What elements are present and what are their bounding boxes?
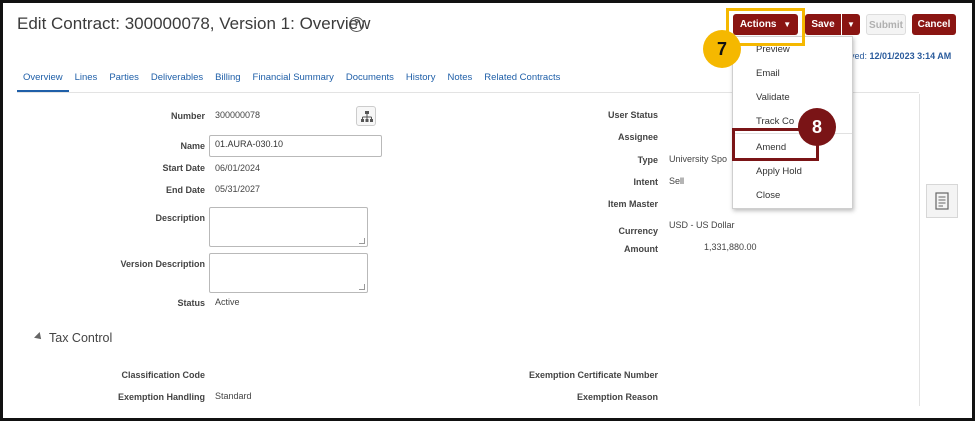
intent-label: Intent xyxy=(633,177,659,187)
saved-timestamp: 12/01/2023 3:14 AM xyxy=(869,51,952,61)
end-date-value: 05/31/2027 xyxy=(215,184,261,194)
status-value: Active xyxy=(215,297,240,307)
hierarchy-icon[interactable] xyxy=(356,106,376,126)
amount-value: 1,331,880.00 xyxy=(704,242,757,252)
start-date-label: Start Date xyxy=(162,163,205,173)
tab-related-contracts[interactable]: Related Contracts xyxy=(478,70,566,92)
name-label: Name xyxy=(180,141,205,151)
panel-divider xyxy=(919,94,920,406)
side-panel-button[interactable] xyxy=(926,184,958,218)
tax-control-section-header[interactable]: Tax Control xyxy=(34,331,113,345)
exemption-reason-label: Exemption Reason xyxy=(576,392,658,402)
status-label: Status xyxy=(177,298,205,308)
tab-documents[interactable]: Documents xyxy=(340,70,400,92)
menu-item-email[interactable]: Email xyxy=(756,68,780,79)
name-field[interactable]: 01.AURA-030.10 xyxy=(209,135,382,157)
type-value: University Spo xyxy=(669,154,728,164)
step-8-badge: 8 xyxy=(798,108,836,146)
version-description-field[interactable] xyxy=(209,253,368,293)
tab-lines[interactable]: Lines xyxy=(69,70,104,92)
menu-item-apply-hold[interactable]: Apply Hold xyxy=(756,166,802,177)
step-7-badge: 7 xyxy=(703,30,741,68)
document-icon xyxy=(935,192,949,210)
hierarchy-glyph xyxy=(361,111,373,122)
tab-notes[interactable]: Notes xyxy=(441,70,478,92)
amount-label: Amount xyxy=(624,244,658,254)
tab-deliverables[interactable]: Deliverables xyxy=(145,70,209,92)
assignee-label: Assignee xyxy=(617,132,658,142)
save-button[interactable]: Save xyxy=(805,14,841,35)
description-label: Description xyxy=(155,213,205,223)
chevron-down-icon: ▼ xyxy=(847,20,855,29)
currency-value: USD - US Dollar xyxy=(669,220,735,230)
user-status-label: User Status xyxy=(607,110,658,120)
tab-bar: Overview Lines Parties Deliverables Bill… xyxy=(17,70,566,92)
tab-parties[interactable]: Parties xyxy=(103,70,145,92)
tax-control-title: Tax Control xyxy=(49,331,113,345)
description-field[interactable] xyxy=(209,207,368,247)
tab-history[interactable]: History xyxy=(400,70,442,92)
tab-overview[interactable]: Overview xyxy=(17,70,69,92)
page-title: Edit Contract: 300000078, Version 1: Ove… xyxy=(17,14,371,33)
item-master-label: Item Master xyxy=(607,199,658,209)
menu-item-validate[interactable]: Validate xyxy=(756,92,790,103)
help-icon[interactable]: ? xyxy=(349,17,364,32)
last-saved-info: ved: 12/01/2023 3:14 AM xyxy=(850,51,951,61)
menu-item-close[interactable]: Close xyxy=(756,190,780,201)
start-date-value: 06/01/2024 xyxy=(215,163,261,173)
tab-billing[interactable]: Billing xyxy=(209,70,246,92)
currency-label: Currency xyxy=(618,226,658,236)
number-label: Number xyxy=(170,111,205,121)
exemption-handling-label: Exemption Handling xyxy=(117,392,205,402)
save-menu-button[interactable]: ▼ xyxy=(842,14,860,35)
tab-financial-summary[interactable]: Financial Summary xyxy=(247,70,340,92)
cancel-button[interactable]: Cancel xyxy=(912,14,956,35)
exemption-certificate-label: Exemption Certificate Number xyxy=(528,370,658,380)
version-description-label: Version Description xyxy=(120,259,205,269)
submit-button[interactable]: Submit xyxy=(866,14,906,35)
menu-item-track-changes[interactable]: Track Co xyxy=(756,116,794,127)
type-label: Type xyxy=(637,155,658,165)
classification-code-label: Classification Code xyxy=(121,370,205,380)
intent-value: Sell xyxy=(669,176,685,186)
number-value: 300000078 xyxy=(215,110,261,120)
collapse-triangle-icon xyxy=(34,332,44,342)
exemption-handling-value: Standard xyxy=(215,391,252,401)
end-date-label: End Date xyxy=(165,185,205,195)
